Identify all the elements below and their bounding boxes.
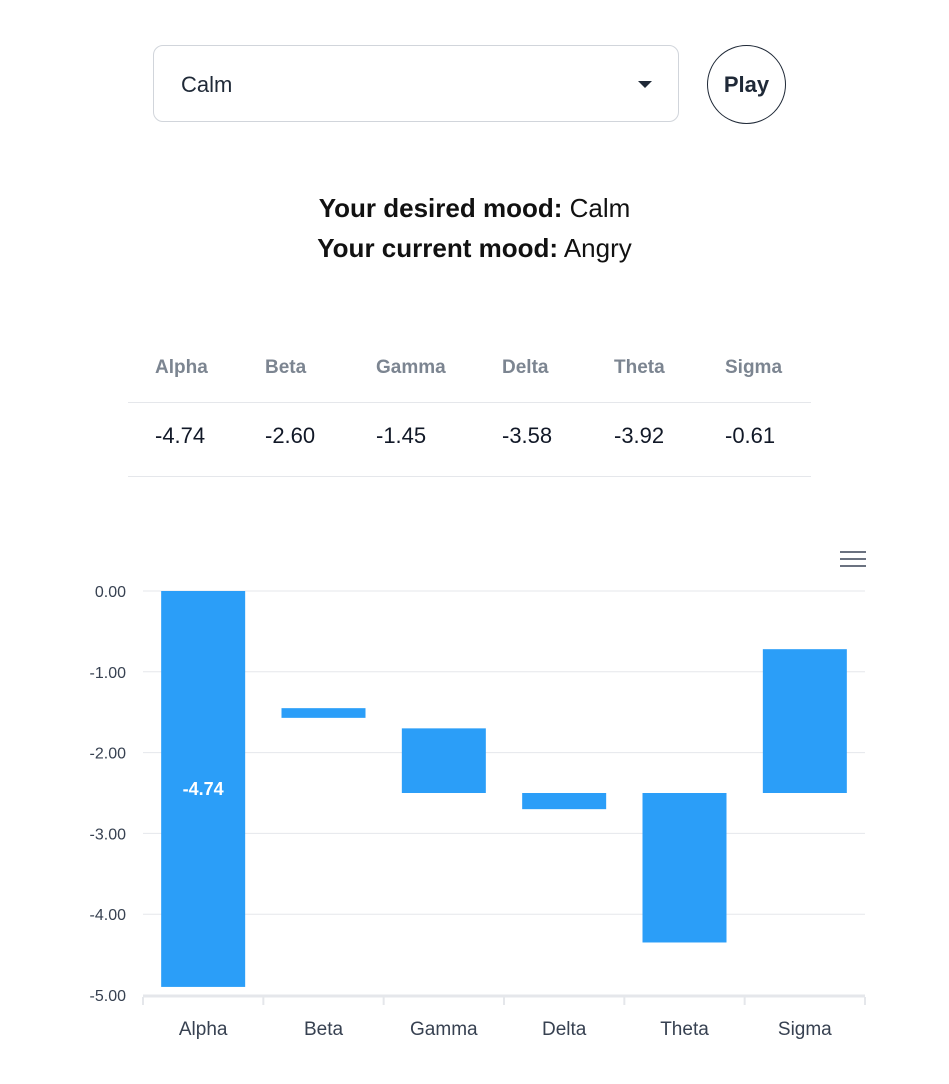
table-header: Alpha [155, 357, 208, 378]
chart-bar [401, 728, 486, 793]
table-cell: -3.92 [614, 423, 665, 448]
y-tick-label: -4.00 [90, 907, 127, 924]
play-button[interactable]: Play [707, 45, 786, 124]
table-cell: -4.74 [155, 423, 206, 448]
table-header: Sigma [725, 357, 783, 378]
chart-bar [642, 793, 727, 943]
y-tick-label: -5.00 [90, 988, 127, 1005]
band-waterfall-chart: 0.00 -1.00 -2.00 -3.00 -4.00 -5.00 Alpha Beta Ga… [90, 584, 866, 1040]
desired-mood-label: Your desired mood: [318, 193, 563, 223]
chart-bar [762, 649, 847, 793]
mood-select[interactable]: Calm [153, 45, 679, 122]
mood-select-value: Calm [181, 72, 233, 97]
table-header: Theta [614, 357, 665, 378]
table-cell: -3.58 [502, 423, 553, 448]
desired-mood-line: Your desired mood: Calm [0, 193, 949, 224]
chevron-down-icon [638, 81, 652, 88]
x-tick-label: Alpha [179, 1019, 228, 1040]
table-header: Gamma [376, 357, 446, 378]
desired-mood-value: Calm [569, 193, 631, 223]
chart-bar [522, 793, 607, 810]
table-row: -4.74 -2.60 -1.45 -3.58 -3.92 -0.61 [128, 403, 811, 477]
x-tick-label: Delta [542, 1019, 587, 1040]
table-cell: -0.61 [725, 423, 776, 448]
table-cell: -2.60 [265, 423, 316, 448]
current-mood-value: Angry [563, 233, 632, 263]
chart-bar [281, 708, 366, 718]
current-mood-line: Your current mood: Angry [0, 233, 949, 264]
y-tick-label: -3.00 [90, 826, 127, 843]
current-mood-label: Your current mood: [317, 233, 559, 263]
y-tick-label: 0.00 [95, 584, 126, 601]
table-cell: -1.45 [376, 423, 427, 448]
table-header: Beta [265, 357, 307, 378]
x-tick-label: Gamma [410, 1019, 478, 1040]
table-header-row: Alpha Beta Gamma Delta Theta Sigma [128, 335, 811, 403]
x-tick-label: Beta [304, 1019, 344, 1040]
table-header: Delta [502, 357, 549, 378]
band-values-table: Alpha Beta Gamma Delta Theta Sigma -4.74… [128, 335, 811, 477]
x-tick-label: Theta [660, 1019, 709, 1040]
y-tick-label: -2.00 [90, 746, 127, 763]
y-tick-label: -1.00 [90, 665, 127, 682]
bar-data-label: -4.74 [183, 779, 224, 799]
x-tick-label: Sigma [778, 1019, 832, 1040]
